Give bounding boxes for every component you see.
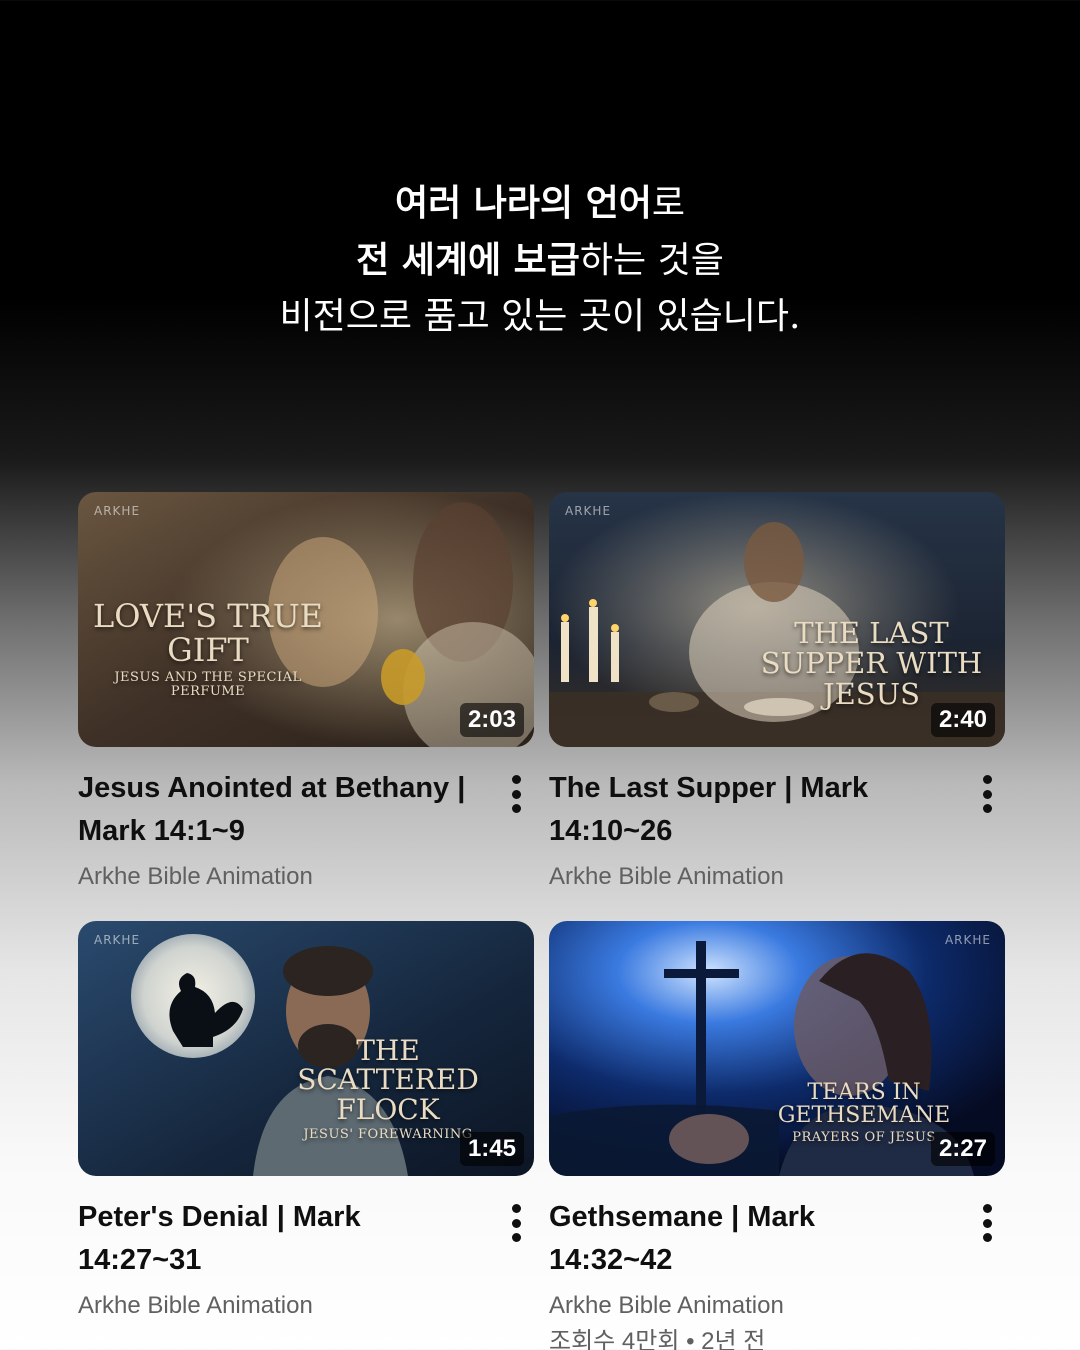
channel-name[interactable]: Arkhe Bible Animation xyxy=(78,1288,474,1324)
headline-line-2-bold: 전 세계에 보급 xyxy=(356,239,580,281)
video-title[interactable]: Gethsemane | Mark 14:32~42 xyxy=(549,1196,945,1282)
headline: 여러 나라의 언어로 전 세계에 보급하는 것을 비전으로 품고 있는 곳이 있… xyxy=(0,175,1080,345)
headline-line-3: 비전으로 품고 있는 곳이 있습니다. xyxy=(279,296,801,337)
more-vert-icon[interactable] xyxy=(506,1204,526,1242)
video-title[interactable]: The Last Supper | Mark 14:10~26 xyxy=(549,767,945,853)
thumbnail-title: LOVE'S TRUE GIFT JESUS AND THE SPECIAL P… xyxy=(88,597,328,699)
video-thumbnail[interactable]: ARKHE THE SCATTERED FLOCK JESUS' FOREWAR… xyxy=(78,921,534,1176)
brand-watermark: ARKHE xyxy=(944,933,991,947)
channel-name[interactable]: Arkhe Bible Animation xyxy=(549,1288,945,1324)
thumbnail-subtitle: JESUS AND THE SPECIAL PERFUME xyxy=(114,670,302,699)
thumbnail-title-line-1: THE xyxy=(356,1034,420,1067)
thumbnail-title-line-2: SCATTERED FLOCK xyxy=(297,1063,479,1126)
thumbnail-title-text: THE LAST SUPPER WITH JESUS xyxy=(760,616,983,711)
video-thumbnail[interactable]: ARKHE THE LAST SUPPER WITH JESUS 2:40 xyxy=(549,492,1005,747)
more-vert-icon[interactable] xyxy=(977,1204,997,1242)
brand-watermark: ARKHE xyxy=(94,504,141,518)
video-thumbnail[interactable]: ARKHE LOVE'S TRUE GIFT JESUS AND THE SPE… xyxy=(78,492,534,747)
thumbnail-title: THE SCATTERED FLOCK JESUS' FOREWARNING xyxy=(258,1036,518,1142)
video-card[interactable]: ARKHE TEARS IN GETHSEMANE PRAYERS OF JES… xyxy=(549,921,1005,1350)
video-meta: Peter's Denial | Mark 14:27~31 Arkhe Bib… xyxy=(78,1176,534,1324)
channel-name[interactable]: Arkhe Bible Animation xyxy=(78,859,474,895)
headline-line-2: 전 세계에 보급하는 것을 xyxy=(0,232,1080,289)
video-card[interactable]: ARKHE THE SCATTERED FLOCK JESUS' FOREWAR… xyxy=(78,921,534,1324)
video-meta: Gethsemane | Mark 14:32~42 Arkhe Bible A… xyxy=(549,1176,1005,1350)
video-meta: Jesus Anointed at Bethany | Mark 14:1~9 … xyxy=(78,747,534,895)
headline-line-2-light: 하는 것을 xyxy=(579,240,724,281)
thumbnail-title-text: TEARS IN GETHSEMANE xyxy=(777,1080,951,1129)
duration-badge: 1:45 xyxy=(459,1132,524,1166)
thumbnail-title: THE LAST SUPPER WITH JESUS xyxy=(744,618,999,709)
thumbnail-title-text: LOVE'S TRUE GIFT xyxy=(92,597,324,669)
video-title[interactable]: Jesus Anointed at Bethany | Mark 14:1~9 xyxy=(78,767,474,853)
duration-badge: 2:03 xyxy=(459,703,524,737)
video-card[interactable]: ARKHE THE LAST SUPPER WITH JESUS 2:40 Th… xyxy=(549,492,1005,895)
headline-line-1-bold: 여러 나라의 언어 xyxy=(394,182,652,224)
brand-watermark: ARKHE xyxy=(565,504,612,518)
video-meta: The Last Supper | Mark 14:10~26 Arkhe Bi… xyxy=(549,747,1005,895)
more-vert-icon[interactable] xyxy=(506,775,526,813)
headline-line-1-light: 로 xyxy=(651,183,686,224)
channel-name[interactable]: Arkhe Bible Animation xyxy=(549,859,945,895)
headline-line-1: 여러 나라의 언어로 xyxy=(0,175,1080,232)
duration-badge: 2:27 xyxy=(930,1132,995,1166)
video-thumbnail[interactable]: ARKHE TEARS IN GETHSEMANE PRAYERS OF JES… xyxy=(549,921,1005,1176)
video-card[interactable]: ARKHE LOVE'S TRUE GIFT JESUS AND THE SPE… xyxy=(78,492,534,895)
video-title[interactable]: Peter's Denial | Mark 14:27~31 xyxy=(78,1196,474,1282)
duration-badge: 2:40 xyxy=(930,703,995,737)
brand-watermark: ARKHE xyxy=(94,933,141,947)
more-vert-icon[interactable] xyxy=(977,775,997,813)
view-stats: 조회수 4만회 • 2년 전 xyxy=(549,1328,766,1350)
